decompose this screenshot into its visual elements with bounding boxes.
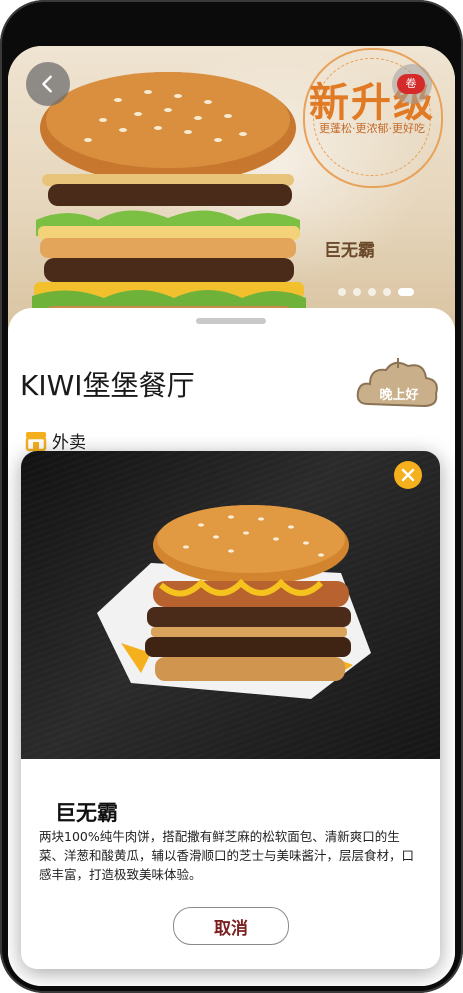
product-detail-dialog: 巨无霸 两块100%纯牛肉饼，搭配撒有鲜芝麻的松软面包、清新爽口的生菜、洋葱和酸… bbox=[21, 451, 440, 969]
cancel-button[interactable]: 取消 bbox=[173, 907, 289, 945]
close-button[interactable] bbox=[394, 461, 422, 489]
product-photo bbox=[21, 451, 440, 759]
product-description: 两块100%纯牛肉饼，搭配撒有鲜芝麻的松软面包、清新爽口的生菜、洋葱和酸黄瓜，辅… bbox=[39, 829, 415, 882]
burger-image bbox=[97, 505, 371, 699]
close-icon bbox=[401, 468, 415, 482]
product-title: 巨无霸 bbox=[55, 801, 118, 825]
